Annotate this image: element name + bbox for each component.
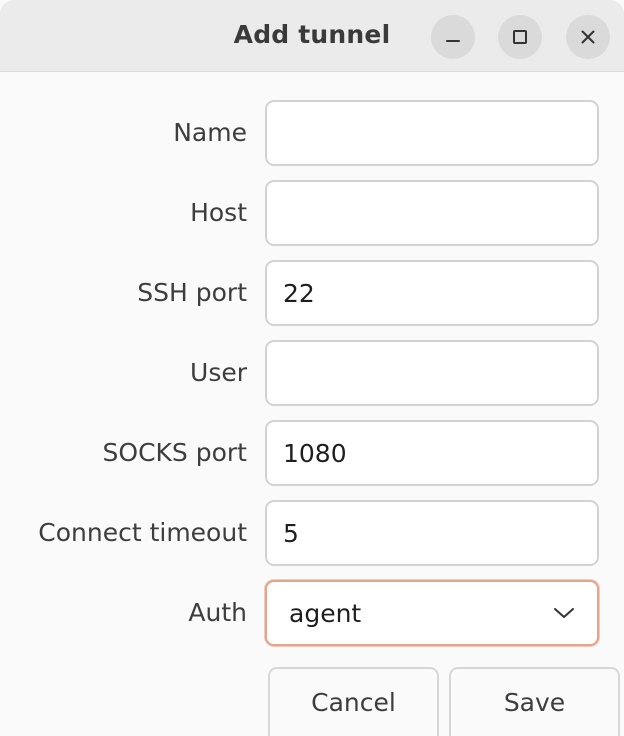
ssh-port-label: SSH port: [137, 278, 247, 307]
connect-timeout-input[interactable]: [265, 500, 599, 566]
form-row-ssh-port: SSH port: [0, 260, 624, 326]
user-input[interactable]: [265, 340, 599, 406]
connect-timeout-label: Connect timeout: [38, 518, 247, 547]
form-row-host: Host: [0, 180, 624, 246]
host-label: Host: [190, 198, 247, 227]
form-row-auth: Auth agent: [0, 580, 624, 646]
form-row-name: Name: [0, 100, 624, 166]
minimize-button[interactable]: [431, 15, 475, 59]
form-row-connect-timeout: Connect timeout: [0, 500, 624, 566]
auth-label: Auth: [188, 598, 247, 627]
host-input[interactable]: [265, 180, 599, 246]
add-tunnel-dialog: Add tunnel Name Host SSH port Us: [0, 0, 624, 736]
form-row-user: User: [0, 340, 624, 406]
socks-port-input[interactable]: [265, 420, 599, 486]
cancel-button[interactable]: Cancel: [268, 667, 439, 736]
form-row-socks-port: SOCKS port: [0, 420, 624, 486]
minimize-icon: [446, 40, 460, 42]
maximize-icon: [513, 30, 527, 44]
auth-dropdown[interactable]: agent: [265, 580, 599, 646]
user-label: User: [190, 358, 247, 387]
name-input[interactable]: [265, 100, 599, 166]
ssh-port-input[interactable]: [265, 260, 599, 326]
close-icon: [581, 30, 595, 44]
save-button[interactable]: Save: [449, 667, 620, 736]
auth-selected-value: agent: [289, 598, 362, 628]
chevron-down-icon: [554, 608, 574, 618]
maximize-button[interactable]: [498, 15, 542, 59]
socks-port-label: SOCKS port: [102, 438, 247, 467]
close-button[interactable]: [566, 15, 610, 59]
name-label: Name: [173, 118, 247, 147]
title-bar[interactable]: Add tunnel: [0, 0, 624, 72]
